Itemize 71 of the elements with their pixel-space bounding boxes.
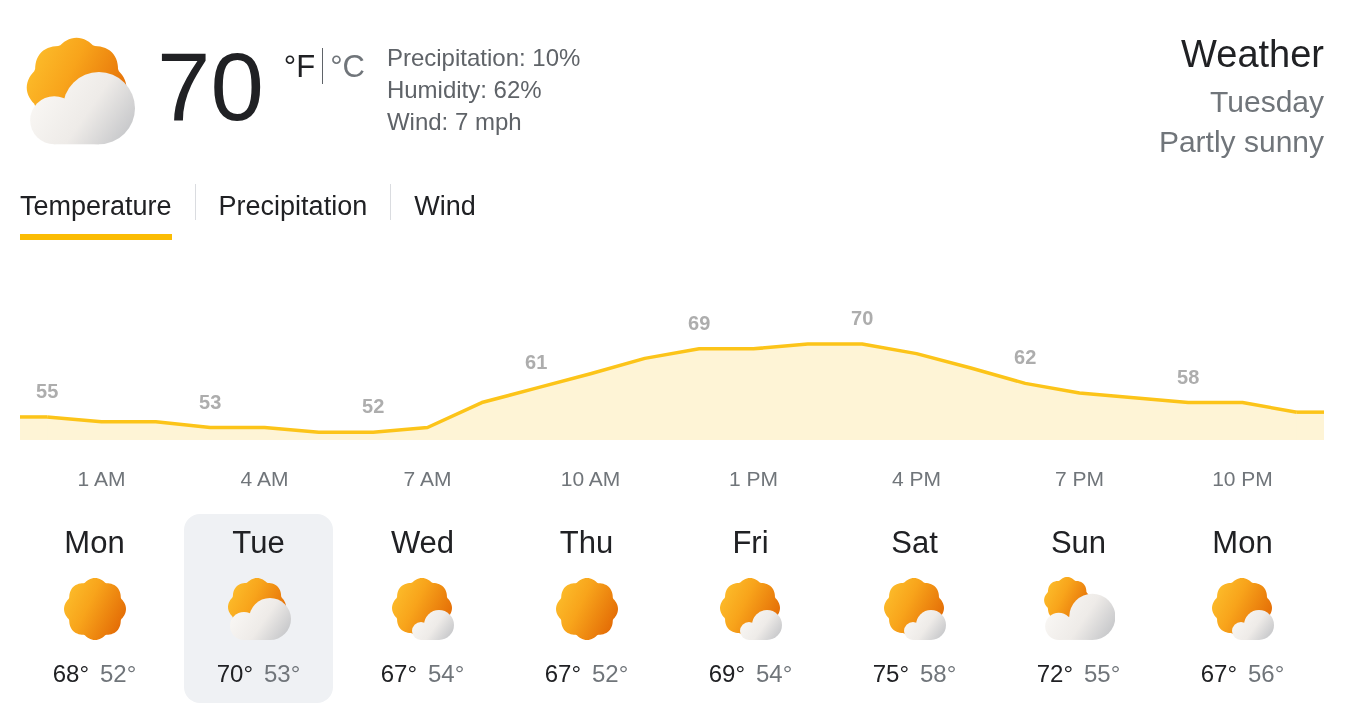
time-label: 4 AM [240, 467, 289, 490]
sun-with-small-cloud-icon [718, 577, 783, 641]
low-temperature: 56° [1248, 659, 1285, 689]
value-label: 69 [688, 311, 711, 334]
value-label: 52 [362, 395, 385, 418]
high-temperature: 69° [708, 659, 745, 689]
time-label: 10 AM [560, 467, 621, 490]
value-label: 58 [1177, 365, 1200, 388]
high-temperature: 75° [872, 659, 909, 689]
day-name: Sun [1050, 525, 1107, 561]
day-name: Sat [891, 525, 938, 561]
day-card[interactable]: Mon 67° 56° [1168, 514, 1317, 703]
value-label: 61 [525, 351, 548, 374]
value-label: 62 [1014, 346, 1037, 369]
low-temperature: 54° [428, 659, 465, 689]
value-label: 53 [199, 390, 222, 413]
time-label: 10 PM [1212, 467, 1273, 490]
value-label: 55 [36, 379, 59, 402]
day-card[interactable]: Mon 68° 52° [20, 514, 169, 703]
weather-detail: Precipitation: 10% [386, 43, 581, 73]
sun-with-small-cloud-icon [1210, 577, 1275, 641]
day-card[interactable]: Sat 75° 58° [840, 514, 989, 703]
time-label: 7 PM [1055, 467, 1104, 490]
day-card[interactable]: Sun 72° 55° [1004, 514, 1153, 703]
time-label: 1 AM [77, 467, 126, 490]
sun-with-cloud-icon [226, 577, 291, 641]
unit-toggle[interactable]: °C [330, 50, 365, 84]
tab[interactable]: Wind [414, 184, 476, 240]
high-temperature: 67° [544, 659, 581, 689]
time-label: 7 AM [403, 467, 452, 490]
sun-with-small-cloud-icon [882, 577, 947, 641]
day-name: Fri [732, 525, 769, 561]
day-card[interactable]: Thu 67° 52° [512, 514, 661, 703]
condition-label: Partly sunny [1158, 124, 1324, 160]
sun-with-cloud-icon [25, 36, 135, 146]
day-card[interactable]: Wed 67° 54° [348, 514, 497, 703]
low-temperature: 52° [592, 659, 629, 689]
unit-toggle[interactable]: °F [283, 50, 316, 84]
value-label: 70 [851, 307, 874, 329]
current-temperature: 70 [157, 39, 264, 135]
widget-title: Weather [1181, 32, 1324, 77]
weather-detail: Humidity: 62% [386, 75, 542, 105]
day-card[interactable]: Tue 70° 53° [184, 514, 333, 703]
day-card[interactable]: Fri 69° 54° [676, 514, 825, 703]
time-label: 1 PM [729, 467, 778, 490]
time-label: 4 PM [892, 467, 941, 490]
sun-icon [62, 577, 127, 641]
high-temperature: 70° [216, 659, 253, 689]
cloud-over-sun-icon [1041, 577, 1116, 641]
day-name: Mon [64, 525, 125, 561]
line-extension [1296, 410, 1324, 440]
day-name: Wed [390, 525, 455, 561]
day-label: Tuesday [1210, 84, 1324, 120]
low-temperature: 58° [920, 659, 957, 689]
tab[interactable]: Temperature [20, 184, 172, 240]
high-temperature: 72° [1036, 659, 1073, 689]
high-temperature: 68° [52, 659, 89, 689]
sun-with-small-cloud-icon [390, 577, 455, 641]
high-temperature: 67° [380, 659, 417, 689]
day-name: Mon [1212, 525, 1273, 561]
sun-icon [554, 577, 619, 641]
tab[interactable]: Precipitation [218, 184, 368, 240]
day-name: Thu [559, 525, 614, 561]
low-temperature: 53° [264, 659, 301, 689]
high-temperature: 67° [1200, 659, 1237, 689]
line-extension [20, 415, 48, 440]
low-temperature: 54° [756, 659, 793, 689]
day-name: Tue [232, 525, 285, 561]
low-temperature: 55° [1084, 659, 1121, 689]
low-temperature: 52° [100, 659, 137, 689]
weather-detail: Wind: 7 mph [386, 107, 522, 137]
